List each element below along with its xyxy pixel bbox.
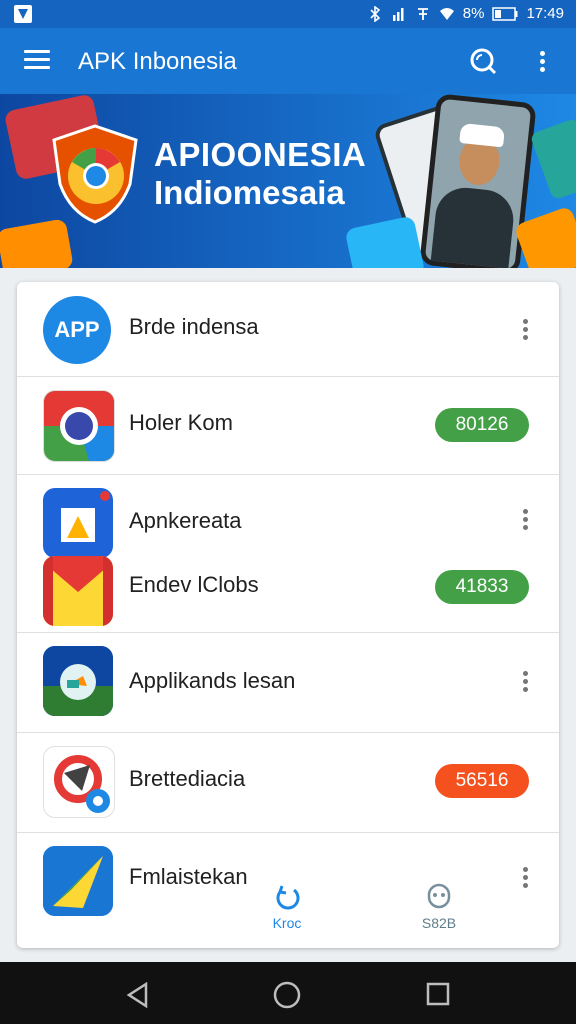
refresh-swirl-icon (276, 885, 300, 910)
list-item[interactable]: APP Brde indensa (17, 282, 559, 377)
chrome-icon (43, 390, 115, 462)
menu-icon[interactable] (24, 50, 50, 70)
notification-app-icon (43, 488, 113, 558)
promo-banner[interactable]: APIOONESIA Indiomesaia (0, 94, 576, 268)
system-nav-bar (0, 962, 576, 1024)
app-name: Fmlaistekan (129, 864, 248, 889)
download-count-badge[interactable]: 80126 (435, 408, 529, 442)
tab-label: S82B (421, 915, 457, 931)
tab-label: Kroc (272, 915, 302, 931)
shield-chrome-icon (52, 124, 138, 224)
app-name: Holer Kom (129, 410, 233, 435)
banner-subtitle: Indiomesaia (154, 174, 345, 211)
search-icon[interactable] (468, 46, 498, 76)
clock: 17:49 (526, 5, 564, 22)
list-item-group: Apnkereata Endev lClobs 41833 (17, 474, 559, 633)
maps-app-icon (43, 646, 113, 716)
home-icon[interactable] (272, 980, 302, 1010)
app-name: Endev lClobs (129, 572, 259, 597)
app-title: APK Inbonesia (78, 48, 237, 75)
battery-icon (492, 6, 518, 21)
app-name: Brde indensa (129, 314, 259, 339)
wifi-icon (439, 7, 454, 20)
messenger-app-icon (43, 746, 115, 818)
app-name: Applikands lesan (129, 668, 296, 693)
arrow-app-icon (43, 846, 113, 916)
app-logo-icon: APP (43, 296, 111, 364)
status-bar: 8% 17:49 (0, 0, 576, 28)
battery-percent: 8% (462, 5, 485, 22)
more-vert-icon[interactable] (515, 864, 535, 894)
list-item[interactable]: Holer Kom 80126 (17, 376, 559, 475)
tab-s82b[interactable]: S82B (409, 882, 469, 931)
more-options-icon[interactable] (530, 48, 554, 76)
more-vert-icon[interactable] (515, 506, 535, 536)
tab-kroc[interactable]: Kroc (257, 882, 317, 931)
more-vert-icon[interactable] (515, 316, 535, 346)
download-count-badge[interactable]: 41833 (435, 570, 529, 604)
app-name: Apnkereata (129, 508, 242, 533)
more-vert-icon[interactable] (515, 668, 535, 698)
list-item[interactable]: Brettediacia 56516 (17, 732, 559, 833)
recents-icon[interactable] (426, 982, 450, 1006)
banner-deco-blue (344, 215, 426, 268)
ghost-icon (427, 883, 451, 909)
banner-deco-right2 (529, 117, 576, 201)
person-body (430, 184, 517, 268)
signal-icon (392, 7, 404, 21)
bluetooth-icon (370, 5, 380, 22)
list-item[interactable]: Applikands lesan (17, 632, 559, 733)
app-name: Brettediacia (129, 766, 246, 791)
app-list-card: APP Brde indensa Holer Kom 80126 Apnkere… (17, 282, 559, 948)
banner-deco-bottom-left (0, 218, 74, 268)
banner-title: APIOONESIA (154, 136, 367, 173)
app-bar: APK Inbonesia (0, 28, 576, 94)
back-icon[interactable] (126, 982, 150, 1008)
data-icon (417, 7, 428, 20)
notification-icon (14, 5, 32, 23)
download-count-badge[interactable]: 56516 (435, 764, 529, 798)
gmail-icon (43, 556, 113, 626)
